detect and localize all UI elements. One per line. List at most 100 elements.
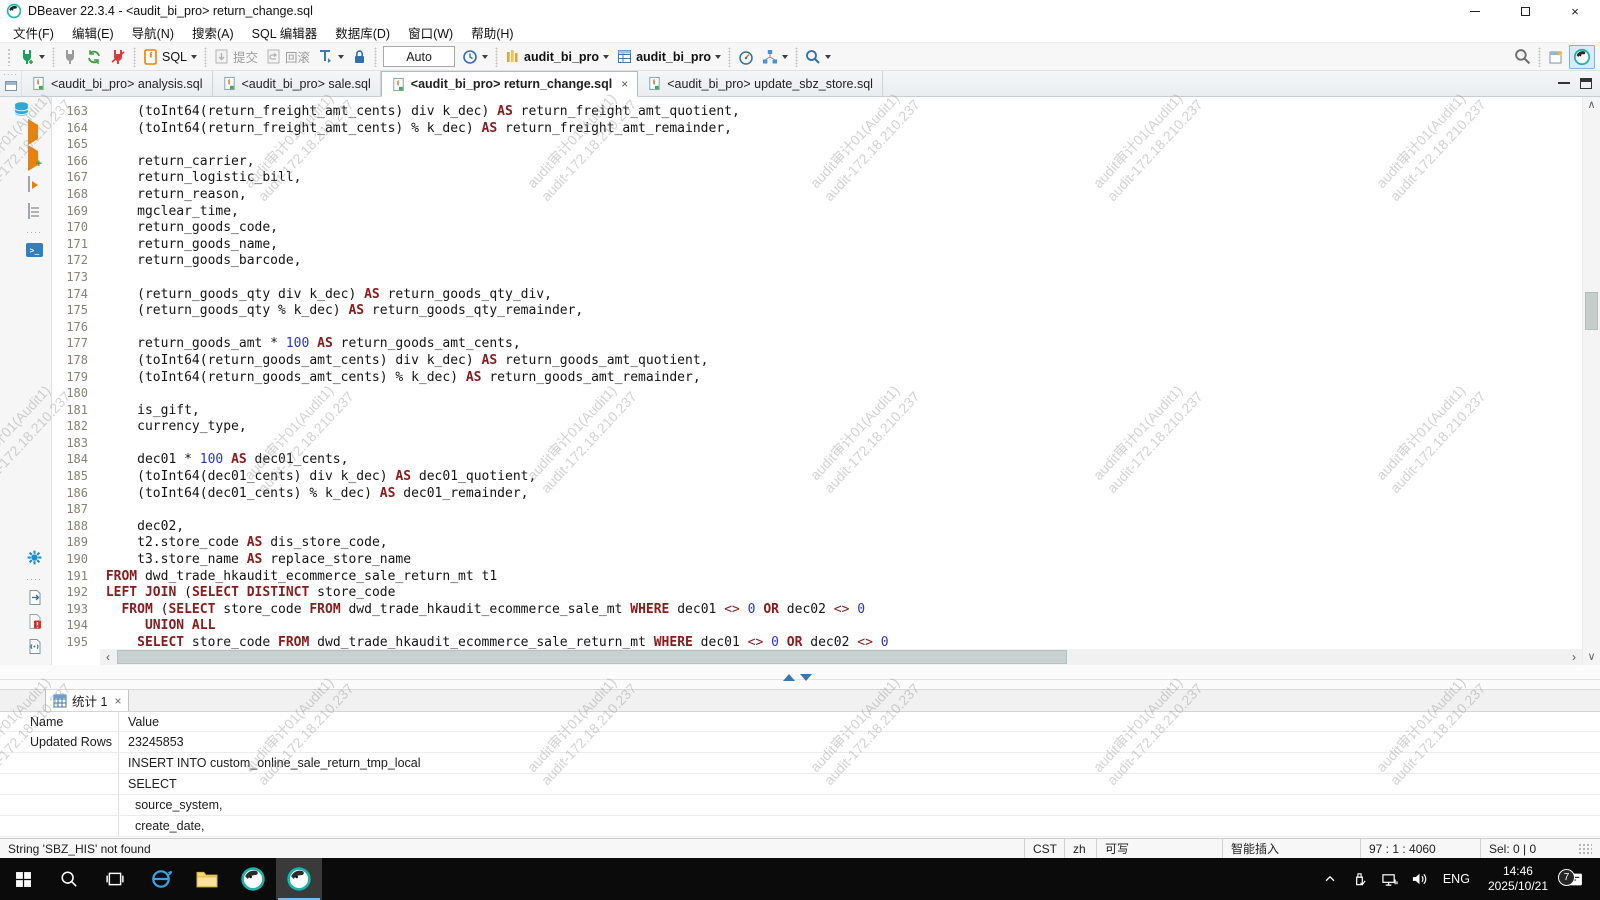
code-line[interactable]: 193 FROM (SELECT store_code FROM dwd_tra… [52,602,1582,619]
status-cell[interactable]: 97 : 1 : 4060 [1360,839,1480,858]
code-line[interactable]: 183 [52,436,1582,453]
action-center-button[interactable]: 7 [1560,871,1590,888]
code-line[interactable]: 171 return_goods_name, [52,237,1582,254]
tab-close-icon[interactable]: × [621,77,628,91]
code-line[interactable]: 186 (toInt64(dec01_cents) % k_dec) AS de… [52,486,1582,503]
close-icon[interactable]: × [114,694,121,708]
variables-view-button[interactable] [27,638,42,658]
code-line[interactable]: 170 return_goods_code, [52,220,1582,237]
menu-item[interactable]: 窗口(W) [399,21,462,44]
maximize-editor-icon[interactable] [1580,78,1592,89]
sash-expand-down-icon[interactable] [800,674,812,681]
commit-mode-select[interactable]: Auto [383,46,455,67]
transaction-history-button[interactable] [459,45,491,69]
code-line[interactable]: 185 (toInt64(dec01_cents) div k_dec) AS … [52,469,1582,486]
code-line[interactable]: 180 [52,386,1582,403]
restore-view-icon[interactable] [5,81,17,91]
status-grip[interactable] [1578,843,1592,855]
tab-statistics[interactable]: 统计 1 × [45,689,129,711]
menu-item[interactable]: 编辑(E) [63,21,123,44]
scroll-right-icon[interactable]: › [1566,649,1582,665]
taskbar-clock[interactable]: 14:46 2025/10/21 [1480,864,1556,894]
minimize-button[interactable] [1450,0,1500,22]
dbeaver-taskbar-button[interactable] [230,858,276,900]
code-line[interactable]: 188 dec02, [52,519,1582,536]
code-line[interactable]: 177 return_goods_amt * 100 AS return_goo… [52,336,1582,353]
stats-row[interactable]: SELECT [0,774,1600,795]
problems-view-button[interactable] [27,613,42,633]
minimize-editor-icon[interactable] [1558,80,1570,84]
er-diagram-button[interactable] [759,45,791,69]
code-line[interactable]: 184 dec01 * 100 AS dec01_cents, [52,452,1582,469]
code-line[interactable]: 189 t2.store_code AS dis_store_code, [52,535,1582,552]
stats-row[interactable]: INSERT INTO custom_online_sale_return_tm… [0,753,1600,774]
code-line[interactable]: 178 (toInt64(return_goods_amt_cents) div… [52,353,1582,370]
network-icon[interactable] [1377,872,1403,887]
reconnect-button[interactable] [83,45,105,69]
horizontal-scrollbar[interactable]: ‹ › [100,649,1582,665]
editor-tab[interactable]: <audit_bi_pro> analysis.sql [22,71,213,96]
sql-editor[interactable]: 163 (toInt64(return_freight_amt_cents) d… [52,97,1582,665]
volume-icon[interactable] [1407,871,1433,887]
close-button[interactable]: × [1550,0,1600,22]
search-data-button[interactable] [802,45,834,69]
editor-tab[interactable]: <audit_bi_pro> update_sbz_store.sql [638,71,883,96]
lock-icon[interactable] [349,45,370,69]
status-cell[interactable]: CST [1024,839,1064,858]
stats-row[interactable]: create_date, [0,816,1600,837]
code-line[interactable]: 181 is_gift, [52,403,1582,420]
code-area[interactable]: 163 (toInt64(return_freight_amt_cents) d… [52,97,1582,649]
code-line[interactable]: 168 return_reason, [52,187,1582,204]
code-line[interactable]: 191 FROM dwd_trade_hkaudit_ecommerce_sal… [52,569,1582,586]
file-explorer-button[interactable] [184,858,230,900]
internet-explorer-button[interactable] [138,858,184,900]
usb-device-icon[interactable] [1347,871,1373,887]
status-cell[interactable]: Sel: 0 | 0 [1480,839,1570,858]
code-line[interactable]: 166 return_carrier, [52,154,1582,171]
code-line[interactable]: 164 (toInt64(return_freight_amt_cents) %… [52,121,1582,138]
menu-item[interactable]: 搜索(A) [183,21,243,44]
rollback-button[interactable]: 回滚 [263,45,313,69]
new-connection-button[interactable] [16,45,48,69]
code-line[interactable]: 173 [52,270,1582,287]
code-line[interactable]: 165 [52,137,1582,154]
code-line[interactable]: 176 [52,320,1582,337]
menu-item[interactable]: 帮助(H) [462,21,522,44]
code-line[interactable]: 167 return_logistic_bill, [52,170,1582,187]
panel-sash[interactable] [0,665,1600,690]
dbeaver-taskbar-button-active[interactable] [276,858,322,900]
tray-expand-button[interactable] [1317,872,1343,886]
sash-collapse-up-icon[interactable] [783,674,795,681]
taskbar-search-button[interactable] [46,858,92,900]
code-line[interactable]: 175 (return_goods_qty % k_dec) AS return… [52,303,1582,320]
code-line[interactable]: 163 (toInt64(return_freight_amt_cents) d… [52,104,1582,121]
stats-row[interactable]: source_system, [0,795,1600,816]
start-button[interactable] [0,858,46,900]
minimized-view-bar[interactable]: ···· [0,71,22,96]
dbeaver-perspective-button[interactable] [1569,45,1595,69]
open-perspective-button[interactable] [1545,45,1567,69]
status-cell[interactable]: 可写 [1096,839,1222,858]
stats-row[interactable]: Updated Rows23245853 [0,732,1600,753]
disconnect-button[interactable] [107,45,129,69]
execute-new-tab-button[interactable]: + [28,151,38,165]
status-cell[interactable]: zh [1064,839,1096,858]
explain-plan-button[interactable] [28,204,30,218]
output-view-button[interactable] [27,589,42,609]
scroll-left-icon[interactable]: ‹ [100,649,116,665]
code-line[interactable]: 192 LEFT JOIN (SELECT DISTINCT store_cod… [52,585,1582,602]
code-line[interactable]: 194 UNION ALL [52,618,1582,635]
code-line[interactable]: 169 mgclear_time, [52,204,1582,221]
code-line[interactable]: 174 (return_goods_qty div k_dec) AS retu… [52,287,1582,304]
code-line[interactable]: 182 currency_type, [52,419,1582,436]
horizontal-scroll-thumb[interactable] [117,650,1067,664]
scroll-down-icon[interactable]: ∨ [1587,649,1595,665]
execute-statement-button[interactable] [28,125,38,139]
quick-search-button[interactable] [1511,45,1534,69]
transaction-log-button[interactable] [315,45,347,69]
schema-selector[interactable]: audit_bi_pro [614,45,724,69]
vertical-scrollbar[interactable]: ∧ ∨ [1582,97,1600,665]
execute-script-button[interactable] [28,177,30,191]
menu-item[interactable]: 导航(N) [123,21,183,44]
code-line[interactable]: 179 (toInt64(return_goods_amt_cents) % k… [52,370,1582,387]
